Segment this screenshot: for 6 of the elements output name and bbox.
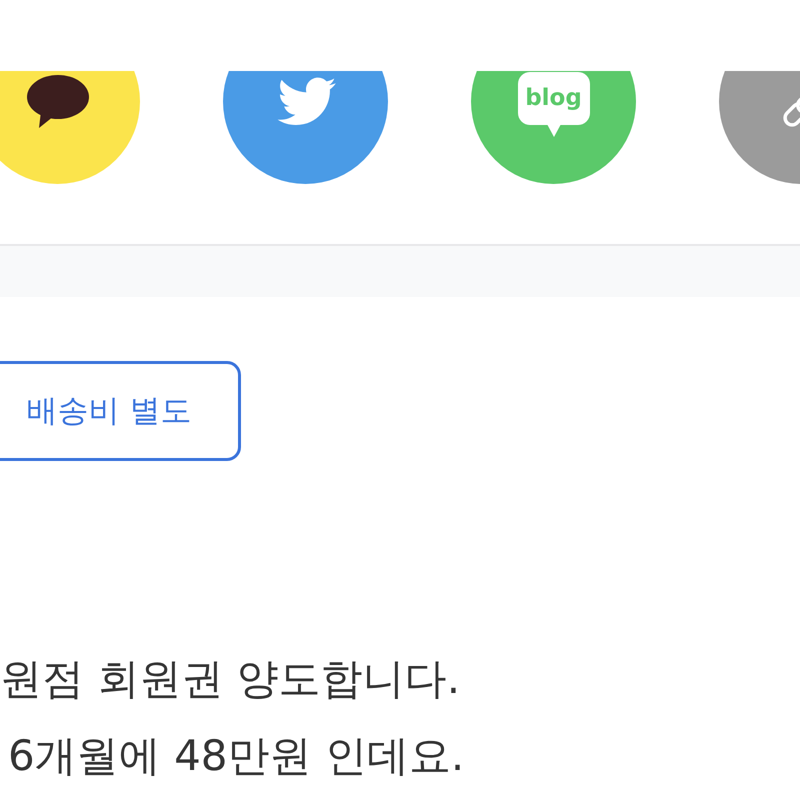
blog-logo: blog <box>518 72 590 137</box>
speech-bubble-icon <box>26 75 88 128</box>
description-text: 6개월에 48만원 인데요. <box>8 730 464 782</box>
share-button[interactable]: blog <box>471 71 636 184</box>
shipping-tag: 배송비 별도 <box>0 361 241 461</box>
description-text: 원점 회원권 양도합니다. <box>0 653 460 705</box>
